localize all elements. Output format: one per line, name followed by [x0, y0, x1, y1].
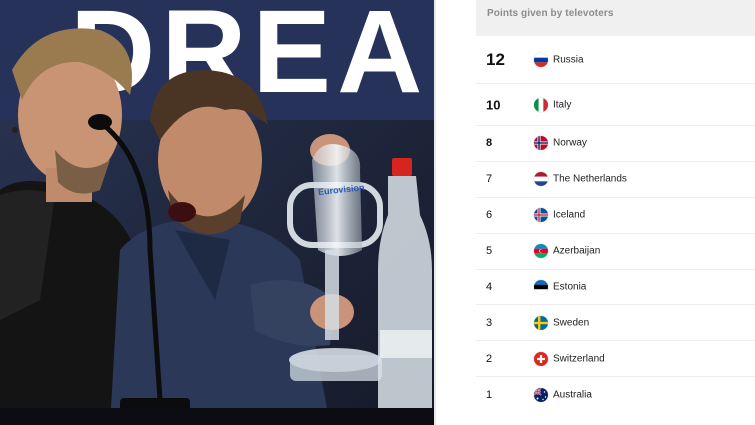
panel-header-title: Points given by televoters — [487, 8, 614, 19]
country-name: Estonia — [553, 281, 587, 293]
result-row[interactable]: 5 Azerbaijan — [476, 234, 755, 270]
netherlands-flag-icon — [534, 172, 548, 187]
switzerland-flag-icon — [534, 351, 548, 366]
norway-flag-icon — [534, 136, 548, 151]
points-value: 1 — [486, 389, 493, 402]
country-name: Norway — [553, 137, 587, 149]
azerbaijan-flag-icon — [534, 244, 548, 259]
result-row[interactable]: 3 Sweden — [476, 305, 755, 342]
iceland-flag-icon — [534, 208, 548, 223]
points-value: 6 — [486, 209, 493, 222]
estonia-flag-icon — [534, 280, 548, 294]
result-row[interactable]: 2 Switzerland — [476, 341, 755, 378]
result-row[interactable]: 12 Russia — [476, 36, 755, 84]
country-name: Iceland — [553, 209, 586, 221]
sweden-flag-icon — [534, 315, 548, 330]
points-value: 4 — [486, 281, 493, 293]
points-value: 12 — [486, 49, 505, 69]
country-name: The Netherlands — [553, 173, 627, 185]
country-name: Azerbaijan — [553, 245, 601, 257]
result-row[interactable]: 1 Australia — [476, 377, 755, 413]
points-value: 7 — [486, 173, 493, 186]
result-row[interactable]: 4 Estonia — [476, 270, 755, 306]
televote-results-panel: Points given by televoters 12 Russia 10 … — [436, 0, 755, 425]
italy-flag-icon — [534, 97, 548, 112]
points-value: 10 — [486, 97, 501, 112]
result-row[interactable]: 7 The Netherlands — [476, 162, 755, 198]
points-value: 2 — [486, 352, 493, 365]
photo-illustration: DREA y — [0, 0, 434, 425]
result-row[interactable]: 6 Iceland — [476, 198, 755, 234]
results-list: 12 Russia 10 Italy 8 Norway 7 The Nether… — [476, 36, 755, 413]
country-name: Sweden — [553, 317, 590, 329]
points-value: 5 — [486, 245, 493, 258]
press-conference-photo: DREA y — [0, 0, 434, 425]
panel-header: Points given by televoters — [476, 0, 755, 36]
russia-flag-icon — [534, 52, 548, 67]
australia-flag-icon — [534, 388, 548, 403]
result-row[interactable]: 8 Norway — [476, 126, 755, 162]
country-name: Switzerland — [553, 353, 605, 365]
country-name: Australia — [553, 389, 592, 401]
country-name: Italy — [553, 99, 572, 110]
country-name: Russia — [553, 54, 584, 65]
points-value: 8 — [486, 137, 493, 150]
points-value: 3 — [486, 316, 493, 329]
result-row[interactable]: 10 Italy — [476, 84, 755, 126]
